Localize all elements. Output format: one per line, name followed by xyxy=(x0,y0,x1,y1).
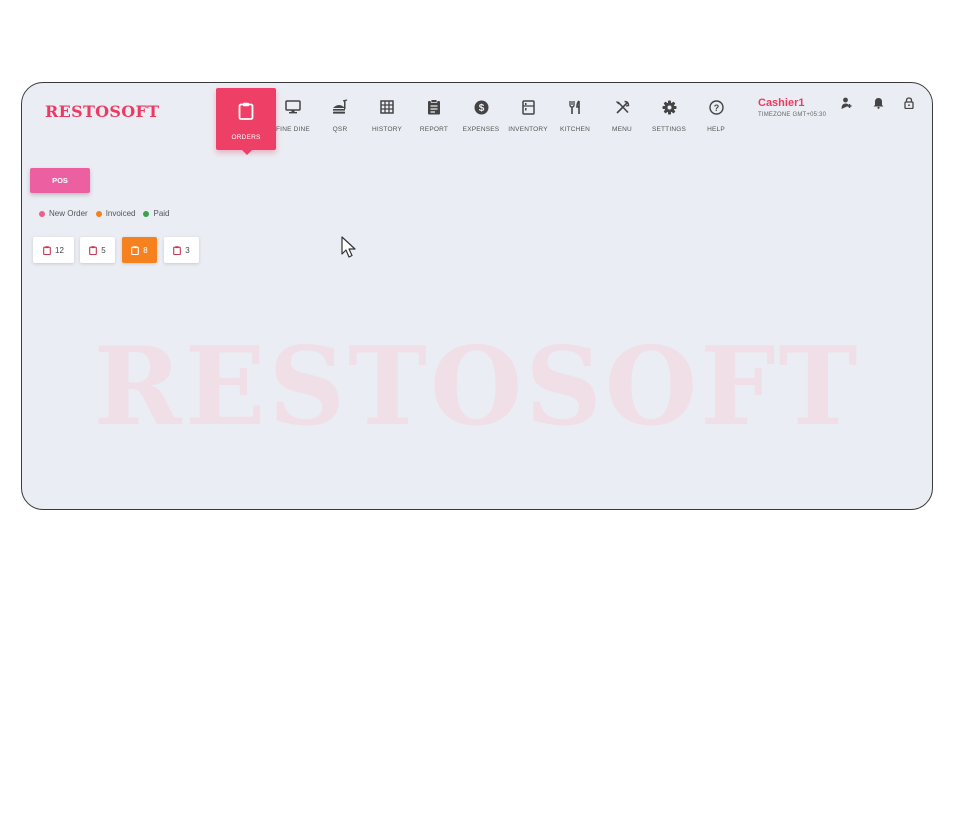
dollar-circle-icon: $ xyxy=(472,98,490,116)
grid-icon xyxy=(378,98,396,116)
table-number: 12 xyxy=(55,245,64,255)
fork-knife-icon xyxy=(566,98,584,116)
legend-dot xyxy=(143,210,150,217)
legend-dot xyxy=(39,210,45,217)
legend-item-invoiced: Invoiced xyxy=(95,209,136,218)
fastfood-icon xyxy=(331,98,349,116)
table-number: 3 xyxy=(185,245,190,255)
svg-text:$: $ xyxy=(478,103,484,114)
switch-user-icon[interactable] xyxy=(839,96,853,110)
nav-label: EXPENSES xyxy=(462,126,500,133)
legend-label: Invoiced xyxy=(105,209,136,218)
nav-help[interactable]: ? HELP xyxy=(686,88,746,150)
legend-label: New Order xyxy=(49,209,88,218)
legend-item-paid: Paid xyxy=(143,209,170,218)
clipboard-icon xyxy=(173,245,182,255)
watermark-logo: RESTOSOFT xyxy=(93,321,861,450)
clipboard-icon xyxy=(131,245,140,255)
clipboard-icon xyxy=(43,245,51,255)
nav-label: QSR xyxy=(332,126,348,133)
table-card-8[interactable]: 8 xyxy=(122,237,157,263)
table-number: 8 xyxy=(143,245,148,255)
mouse-cursor-icon xyxy=(341,236,357,265)
nav-label: SETTINGS xyxy=(651,126,687,133)
bell-icon[interactable] xyxy=(871,96,885,110)
user-timezone: TIMEZONE GMT+05:30 xyxy=(758,112,827,118)
svg-text:?: ? xyxy=(713,102,719,112)
lock-icon[interactable] xyxy=(902,96,916,110)
status-legend: New Order Invoiced Paid xyxy=(39,209,170,218)
nav-label: HISTORY xyxy=(371,126,403,133)
app-window: RESTOSOFT RESTOSOFT ORDERS FINE DINE QSR… xyxy=(21,82,933,510)
monitor-icon xyxy=(284,98,302,116)
user-name: Cashier1 xyxy=(758,97,805,109)
help-circle-icon: ? xyxy=(707,98,725,116)
nav-label: MENU xyxy=(612,126,632,133)
app-logo[interactable]: RESTOSOFT xyxy=(45,102,159,121)
table-card-12[interactable]: 12 xyxy=(33,237,74,263)
table-number: 5 xyxy=(101,245,106,255)
legend-item-new-order: New Order xyxy=(39,209,88,218)
inventory-icon xyxy=(519,98,537,116)
legend-dot xyxy=(95,210,102,217)
nav-label: REPORT xyxy=(419,126,449,133)
table-card-5[interactable]: 5 xyxy=(80,237,115,263)
nav-label: HELP xyxy=(707,126,725,133)
gear-icon xyxy=(660,98,678,116)
nav-label: INVENTORY xyxy=(508,126,548,133)
report-clipboard-icon xyxy=(425,98,443,116)
nav-label: ORDERS xyxy=(231,134,261,141)
user-info: Cashier1 TIMEZONE GMT+05:30 xyxy=(758,97,826,118)
pos-button[interactable]: POS xyxy=(30,168,90,193)
table-card-3[interactable]: 3 xyxy=(164,237,199,263)
legend-label: Paid xyxy=(153,209,170,218)
nav-label: FINE DINE xyxy=(276,126,310,133)
clipboard-icon xyxy=(89,245,98,255)
nav-label: KITCHEN xyxy=(560,126,590,133)
utensils-cross-icon xyxy=(613,98,631,116)
clipboard-icon xyxy=(237,102,255,120)
